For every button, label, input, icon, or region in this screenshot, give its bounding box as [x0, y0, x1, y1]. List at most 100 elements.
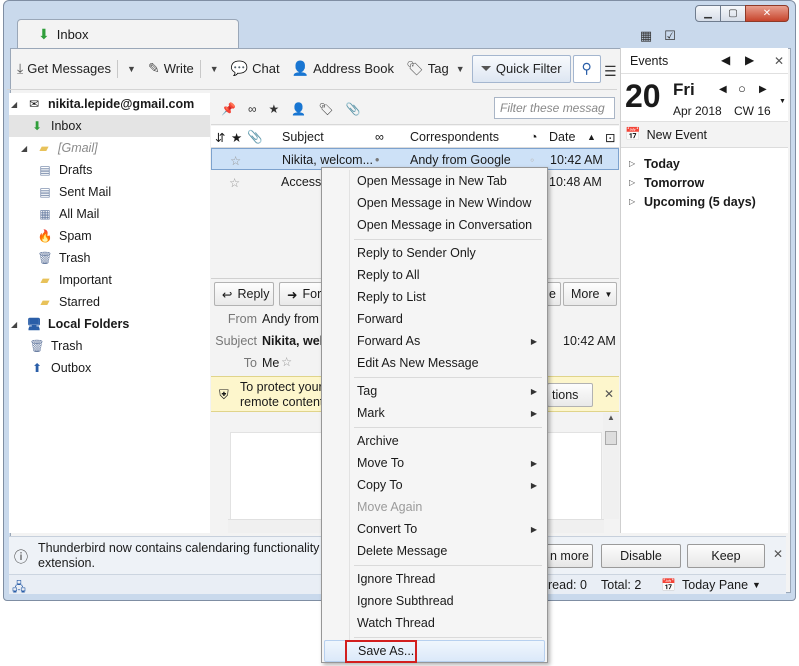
- close-icon[interactable]: ✕: [773, 547, 783, 561]
- disable-button[interactable]: Disable: [601, 544, 681, 568]
- nav-today-icon[interactable]: ○: [738, 81, 746, 96]
- date-column[interactable]: Date: [549, 130, 575, 144]
- chevron-down-icon[interactable]: ▼: [779, 98, 786, 105]
- keep-button[interactable]: Keep: [687, 544, 765, 568]
- attachment-icon[interactable]: 📎: [345, 102, 360, 116]
- menu-item-ignore-thread[interactable]: Ignore Thread: [324, 568, 545, 590]
- thread-column-icon[interactable]: ⇵: [215, 130, 225, 145]
- folder-spam[interactable]: 🔥 Spam: [9, 225, 210, 247]
- quick-filter-button[interactable]: ⏷ Quick Filter: [471, 54, 571, 83]
- online-status-icon[interactable]: 🖧: [12, 578, 26, 599]
- local-folders-row[interactable]: ◢ 🖥 Local Folders: [9, 313, 210, 335]
- junk-column-icon[interactable]: ◔: [530, 130, 538, 144]
- chevron-down-icon[interactable]: ▼: [752, 580, 761, 590]
- folder-inbox[interactable]: ⬇ Inbox: [9, 115, 210, 137]
- today-pane-toggle[interactable]: Today Pane: [682, 578, 748, 592]
- tasks-icon[interactable]: ☑: [662, 28, 678, 44]
- close-button[interactable]: ✕: [745, 5, 789, 22]
- subject-column[interactable]: Subject: [282, 130, 324, 144]
- previous-arrow-icon[interactable]: ◀: [721, 53, 730, 67]
- star-icon[interactable]: ☆: [281, 354, 292, 369]
- to-value[interactable]: Me: [262, 356, 279, 370]
- attachment-column-icon[interactable]: 📎: [247, 130, 263, 145]
- menu-item-reply-all[interactable]: Reply to All: [324, 264, 545, 286]
- menu-item-forward[interactable]: Forward: [324, 308, 545, 330]
- agenda-today[interactable]: ▷ Today: [621, 154, 788, 173]
- archive-button[interactable]: e: [547, 282, 561, 306]
- nav-previous-icon[interactable]: ◀: [719, 84, 727, 95]
- search-button[interactable]: ⚲: [572, 54, 601, 83]
- folder-trash[interactable]: 🗑 Trash: [9, 247, 210, 269]
- menu-item-edit-new[interactable]: Edit As New Message: [324, 352, 545, 374]
- folder-gmail[interactable]: ◢ ▰ [Gmail]: [9, 137, 210, 159]
- menu-item-copy-to[interactable]: Copy To ▶: [324, 474, 545, 496]
- contact-icon[interactable]: 👤: [291, 102, 306, 116]
- more-button[interactable]: More ▼: [563, 282, 617, 306]
- menu-item-mark[interactable]: Mark ▶: [324, 402, 545, 424]
- next-arrow-icon[interactable]: ▶: [745, 53, 754, 67]
- maximize-button[interactable]: ▢: [720, 5, 746, 22]
- options-button[interactable]: tions: [547, 383, 593, 407]
- pin-icon[interactable]: 📌: [221, 102, 236, 116]
- thread-glasses-icon[interactable]: ∞: [248, 102, 257, 116]
- nav-next-icon[interactable]: ▶: [759, 84, 767, 95]
- tag-button[interactable]: 🏷 Tag ▼: [401, 55, 470, 83]
- scroll-up-icon[interactable]: ▲: [603, 413, 619, 429]
- calendar-icon[interactable]: ▦: [638, 28, 654, 44]
- menu-item-forward-as[interactable]: Forward As ▶: [324, 330, 545, 352]
- menu-item-open-new-tab[interactable]: Open Message in New Tab: [324, 170, 545, 192]
- folder-all-mail[interactable]: ▦ All Mail: [9, 203, 210, 225]
- close-icon[interactable]: ✕: [774, 54, 784, 68]
- collapse-triangle-icon[interactable]: ◢: [11, 320, 20, 329]
- collapse-triangle-icon[interactable]: ◢: [11, 100, 20, 109]
- chat-button[interactable]: 💬 Chat: [226, 55, 285, 83]
- glasses-column-icon[interactable]: ∞: [375, 130, 384, 144]
- minimize-button[interactable]: ▁: [695, 5, 721, 22]
- menu-item-delete[interactable]: Delete Message: [324, 540, 545, 562]
- menu-item-ignore-subthread[interactable]: Ignore Subthread: [324, 590, 545, 612]
- agenda-tomorrow[interactable]: ▷ Tomorrow: [621, 173, 788, 192]
- learn-more-button[interactable]: n more: [547, 544, 593, 568]
- expand-triangle-icon[interactable]: ▷: [629, 159, 638, 168]
- star-icon[interactable]: ☆: [230, 153, 241, 168]
- expand-triangle-icon[interactable]: ▷: [629, 178, 638, 187]
- tab-inbox[interactable]: ⬇ Inbox: [17, 19, 239, 49]
- write-button[interactable]: ✎ Write ▼: [143, 55, 224, 83]
- agenda-upcoming[interactable]: ▷ Upcoming (5 days): [621, 192, 788, 211]
- column-picker-icon[interactable]: ⊡: [605, 130, 615, 145]
- from-value[interactable]: Andy from: [262, 312, 319, 326]
- star-icon[interactable]: ★: [269, 102, 280, 116]
- menu-item-tag[interactable]: Tag ▶: [324, 380, 545, 402]
- menu-item-archive[interactable]: Archive: [324, 430, 545, 452]
- star-icon[interactable]: ☆: [229, 175, 240, 190]
- message-vertical-scrollbar[interactable]: ▲: [603, 413, 619, 519]
- close-icon[interactable]: ✕: [604, 387, 614, 401]
- chevron-down-icon[interactable]: ▼: [210, 64, 219, 74]
- menu-item-watch-thread[interactable]: Watch Thread: [324, 612, 545, 634]
- correspondents-column[interactable]: Correspondents: [410, 130, 499, 144]
- address-book-button[interactable]: 👤 Address Book: [287, 55, 399, 83]
- junk-status-icon[interactable]: ◦: [530, 153, 534, 167]
- menu-item-convert-to[interactable]: Convert To ▶: [324, 518, 545, 540]
- day-number[interactable]: 20: [625, 74, 661, 118]
- scroll-thumb[interactable]: [605, 431, 617, 445]
- read-dot-icon[interactable]: •: [375, 153, 379, 167]
- new-event-button[interactable]: 📅 New Event: [621, 122, 788, 148]
- filter-input[interactable]: Filter these messag: [494, 97, 615, 119]
- menu-item-open-conversation[interactable]: Open Message in Conversation: [324, 214, 545, 236]
- menu-item-open-new-window[interactable]: Open Message in New Window: [324, 192, 545, 214]
- menu-item-move-to[interactable]: Move To ▶: [324, 452, 545, 474]
- folder-local-trash[interactable]: 🗑 Trash: [9, 335, 210, 357]
- forward-button[interactable]: ➜ For: [279, 282, 323, 306]
- folder-important[interactable]: ▰ Important: [9, 269, 210, 291]
- tag-icon[interactable]: 🏷: [318, 102, 333, 116]
- menu-item-reply-list[interactable]: Reply to List: [324, 286, 545, 308]
- expand-triangle-icon[interactable]: ▷: [629, 197, 638, 206]
- folder-drafts[interactable]: ▤ Drafts: [9, 159, 210, 181]
- folder-sent[interactable]: ▤ Sent Mail: [9, 181, 210, 203]
- app-menu-icon[interactable]: ☰: [604, 63, 617, 80]
- account-row[interactable]: ◢ ✉ nikita.lepide@gmail.com: [9, 93, 210, 115]
- folder-outbox[interactable]: ⬆ Outbox: [9, 357, 210, 379]
- collapse-triangle-icon[interactable]: ◢: [21, 144, 30, 153]
- folder-starred[interactable]: ▰ Starred: [9, 291, 210, 313]
